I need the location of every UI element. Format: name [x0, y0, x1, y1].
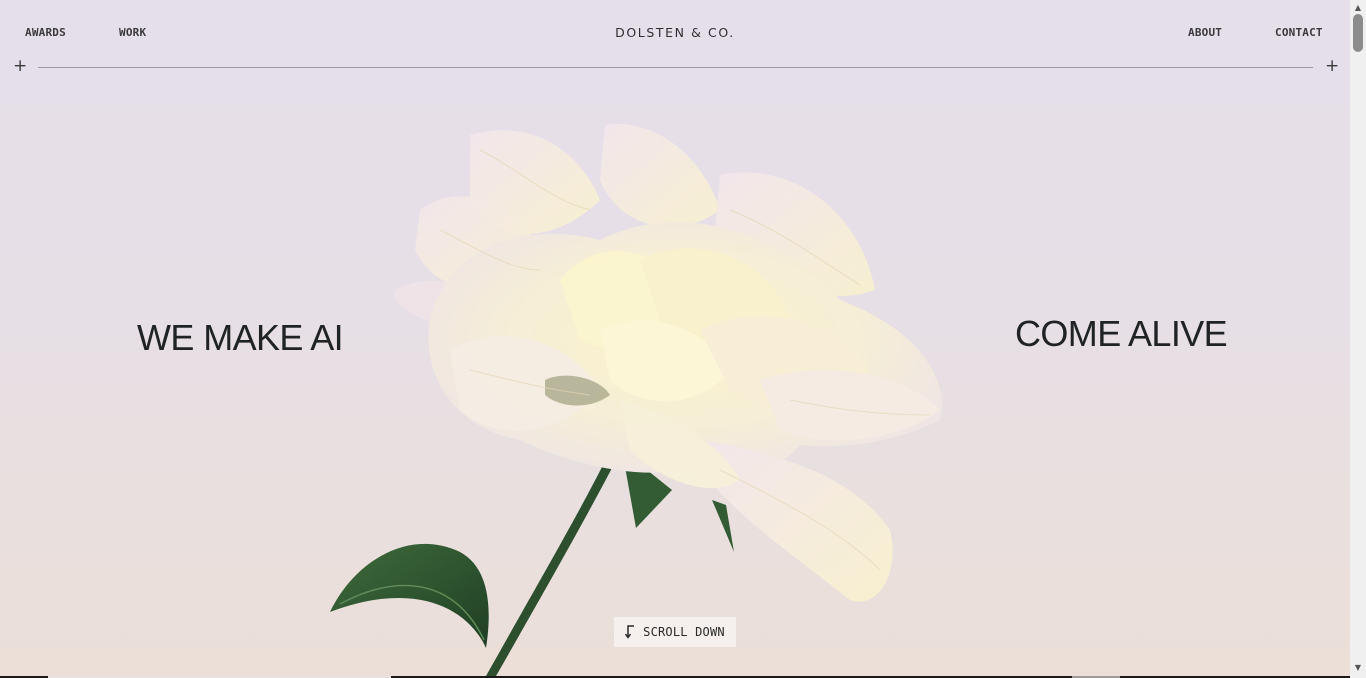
scroll-up-arrow-icon[interactable]: ▲: [1350, 2, 1366, 14]
hero-headline-left: WE MAKE AI: [137, 317, 344, 358]
arrow-down-left-icon: [625, 625, 635, 639]
scrollbar-thumb[interactable]: [1353, 14, 1363, 52]
flower-leaf: [330, 543, 489, 648]
hero-page: AWARDS WORK DOLSTEN & CO. ABOUT CONTACT …: [0, 0, 1350, 676]
scroll-down-arrow-icon[interactable]: ▼: [1350, 662, 1366, 674]
scroll-down-button[interactable]: SCROLL DOWN: [614, 617, 736, 647]
hero-headline-right: COME ALIVE: [1015, 313, 1228, 354]
scroll-down-label: SCROLL DOWN: [643, 625, 725, 639]
page-scrollbar[interactable]: ▲ ▼: [1350, 0, 1366, 678]
flower-stem: [486, 465, 612, 676]
